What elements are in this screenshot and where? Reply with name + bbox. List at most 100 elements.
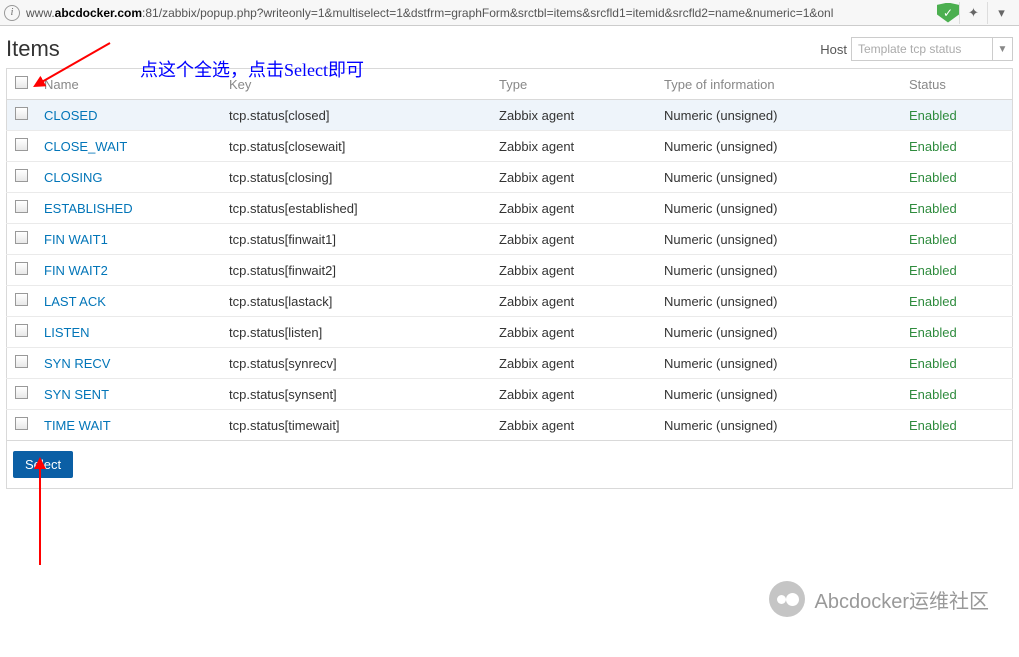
- url-rest: :81/zabbix/popup.php?writeonly=1&multise…: [142, 6, 833, 20]
- item-type: Zabbix agent: [491, 193, 656, 224]
- host-select-value: Template tcp status: [852, 42, 992, 56]
- item-key: tcp.status[lastack]: [221, 286, 491, 317]
- item-key: tcp.status[synsent]: [221, 379, 491, 410]
- item-type: Zabbix agent: [491, 255, 656, 286]
- host-label: Host: [820, 42, 847, 57]
- item-name-link[interactable]: FIN WAIT1: [44, 232, 108, 247]
- item-info: Numeric (unsigned): [656, 131, 901, 162]
- item-info: Numeric (unsigned): [656, 379, 901, 410]
- item-status: Enabled: [901, 224, 1013, 255]
- row-checkbox[interactable]: [15, 231, 28, 244]
- table-row: CLOSE_WAIT tcp.status[closewait]Zabbix ag…: [7, 131, 1013, 162]
- url-display[interactable]: www.abcdocker.com:81/zabbix/popup.php?wr…: [26, 6, 931, 20]
- row-checkbox[interactable]: [15, 293, 28, 306]
- table-row: CLOSING tcp.status[closing]Zabbix agentNu…: [7, 162, 1013, 193]
- url-host: abcdocker.com: [55, 6, 142, 20]
- item-status: Enabled: [901, 410, 1013, 441]
- watermark-text: Abcdocker运维社区: [815, 585, 990, 614]
- item-status: Enabled: [901, 317, 1013, 348]
- item-status: Enabled: [901, 162, 1013, 193]
- row-checkbox[interactable]: [15, 107, 28, 120]
- table-header-row: Name Key Type Type of information Status: [7, 69, 1013, 100]
- item-info: Numeric (unsigned): [656, 224, 901, 255]
- item-name-link[interactable]: CLOSE_WAIT: [44, 139, 127, 154]
- col-header-key[interactable]: Key: [221, 69, 491, 100]
- item-status: Enabled: [901, 255, 1013, 286]
- url-prefix: www.: [26, 6, 55, 20]
- item-type: Zabbix agent: [491, 348, 656, 379]
- chevron-down-icon: ▼: [992, 38, 1012, 60]
- item-key: tcp.status[listen]: [221, 317, 491, 348]
- table-row: ESTABLISHED tcp.status[established]Zabbix…: [7, 193, 1013, 224]
- item-name-link[interactable]: CLOSING: [44, 170, 103, 185]
- item-status: Enabled: [901, 100, 1013, 131]
- row-checkbox[interactable]: [15, 324, 28, 337]
- wechat-icon: [769, 581, 805, 617]
- item-key: tcp.status[closewait]: [221, 131, 491, 162]
- item-name-link[interactable]: LAST ACK: [44, 294, 106, 309]
- row-checkbox[interactable]: [15, 417, 28, 430]
- info-icon[interactable]: i: [4, 5, 20, 21]
- item-key: tcp.status[closing]: [221, 162, 491, 193]
- item-name-link[interactable]: LISTEN: [44, 325, 90, 340]
- item-name-link[interactable]: TIME WAIT: [44, 418, 111, 433]
- item-info: Numeric (unsigned): [656, 255, 901, 286]
- menu-caret-icon[interactable]: ▾: [987, 2, 1015, 24]
- col-header-info[interactable]: Type of information: [656, 69, 901, 100]
- table-row: SYN RECV tcp.status[synrecv]Zabbix agentN…: [7, 348, 1013, 379]
- col-header-type[interactable]: Type: [491, 69, 656, 100]
- select-all-checkbox[interactable]: [15, 76, 28, 89]
- item-name-link[interactable]: ESTABLISHED: [44, 201, 133, 216]
- item-name-link[interactable]: FIN WAIT2: [44, 263, 108, 278]
- item-info: Numeric (unsigned): [656, 410, 901, 441]
- row-checkbox[interactable]: [15, 355, 28, 368]
- table-row: CLOSED tcp.status[closed]Zabbix agentNume…: [7, 100, 1013, 131]
- col-header-name[interactable]: Name: [36, 69, 221, 100]
- item-info: Numeric (unsigned): [656, 100, 901, 131]
- item-info: Numeric (unsigned): [656, 162, 901, 193]
- item-type: Zabbix agent: [491, 317, 656, 348]
- item-type: Zabbix agent: [491, 224, 656, 255]
- row-checkbox[interactable]: [15, 262, 28, 275]
- item-key: tcp.status[closed]: [221, 100, 491, 131]
- table-row: SYN SENT tcp.status[synsent]Zabbix agentN…: [7, 379, 1013, 410]
- item-info: Numeric (unsigned): [656, 348, 901, 379]
- addon-icon[interactable]: ✦: [959, 2, 987, 24]
- item-status: Enabled: [901, 286, 1013, 317]
- item-info: Numeric (unsigned): [656, 286, 901, 317]
- items-table: Name Key Type Type of information Status…: [6, 68, 1013, 441]
- table-row: FIN WAIT2tcp.status[finwait2]Zabbix agen…: [7, 255, 1013, 286]
- row-checkbox[interactable]: [15, 200, 28, 213]
- host-select[interactable]: Template tcp status ▼: [851, 37, 1013, 61]
- item-type: Zabbix agent: [491, 162, 656, 193]
- item-name-link[interactable]: SYN SENT: [44, 387, 109, 402]
- address-bar: i www.abcdocker.com:81/zabbix/popup.php?…: [0, 0, 1019, 26]
- select-button[interactable]: Select: [13, 451, 73, 478]
- item-status: Enabled: [901, 379, 1013, 410]
- row-checkbox[interactable]: [15, 138, 28, 151]
- col-header-status[interactable]: Status: [901, 69, 1013, 100]
- table-row: LAST ACKtcp.status[lastack]Zabbix agentN…: [7, 286, 1013, 317]
- item-key: tcp.status[timewait]: [221, 410, 491, 441]
- item-info: Numeric (unsigned): [656, 193, 901, 224]
- row-checkbox[interactable]: [15, 169, 28, 182]
- watermark: Abcdocker运维社区: [769, 581, 990, 617]
- shield-icon[interactable]: ✓: [937, 3, 959, 23]
- table-row: LISTEN tcp.status[listen]Zabbix agentNume…: [7, 317, 1013, 348]
- item-type: Zabbix agent: [491, 131, 656, 162]
- item-name-link[interactable]: CLOSED: [44, 108, 97, 123]
- item-key: tcp.status[synrecv]: [221, 348, 491, 379]
- item-type: Zabbix agent: [491, 100, 656, 131]
- row-checkbox[interactable]: [15, 386, 28, 399]
- item-key: tcp.status[finwait1]: [221, 224, 491, 255]
- item-name-link[interactable]: SYN RECV: [44, 356, 110, 371]
- item-status: Enabled: [901, 348, 1013, 379]
- table-row: FIN WAIT1 tcp.status[finwait1]Zabbix agen…: [7, 224, 1013, 255]
- table-footer: Select: [6, 440, 1013, 489]
- table-row: TIME WAIT tcp.status[timewait]Zabbix agen…: [7, 410, 1013, 441]
- item-type: Zabbix agent: [491, 410, 656, 441]
- item-key: tcp.status[established]: [221, 193, 491, 224]
- item-info: Numeric (unsigned): [656, 317, 901, 348]
- item-type: Zabbix agent: [491, 379, 656, 410]
- item-status: Enabled: [901, 131, 1013, 162]
